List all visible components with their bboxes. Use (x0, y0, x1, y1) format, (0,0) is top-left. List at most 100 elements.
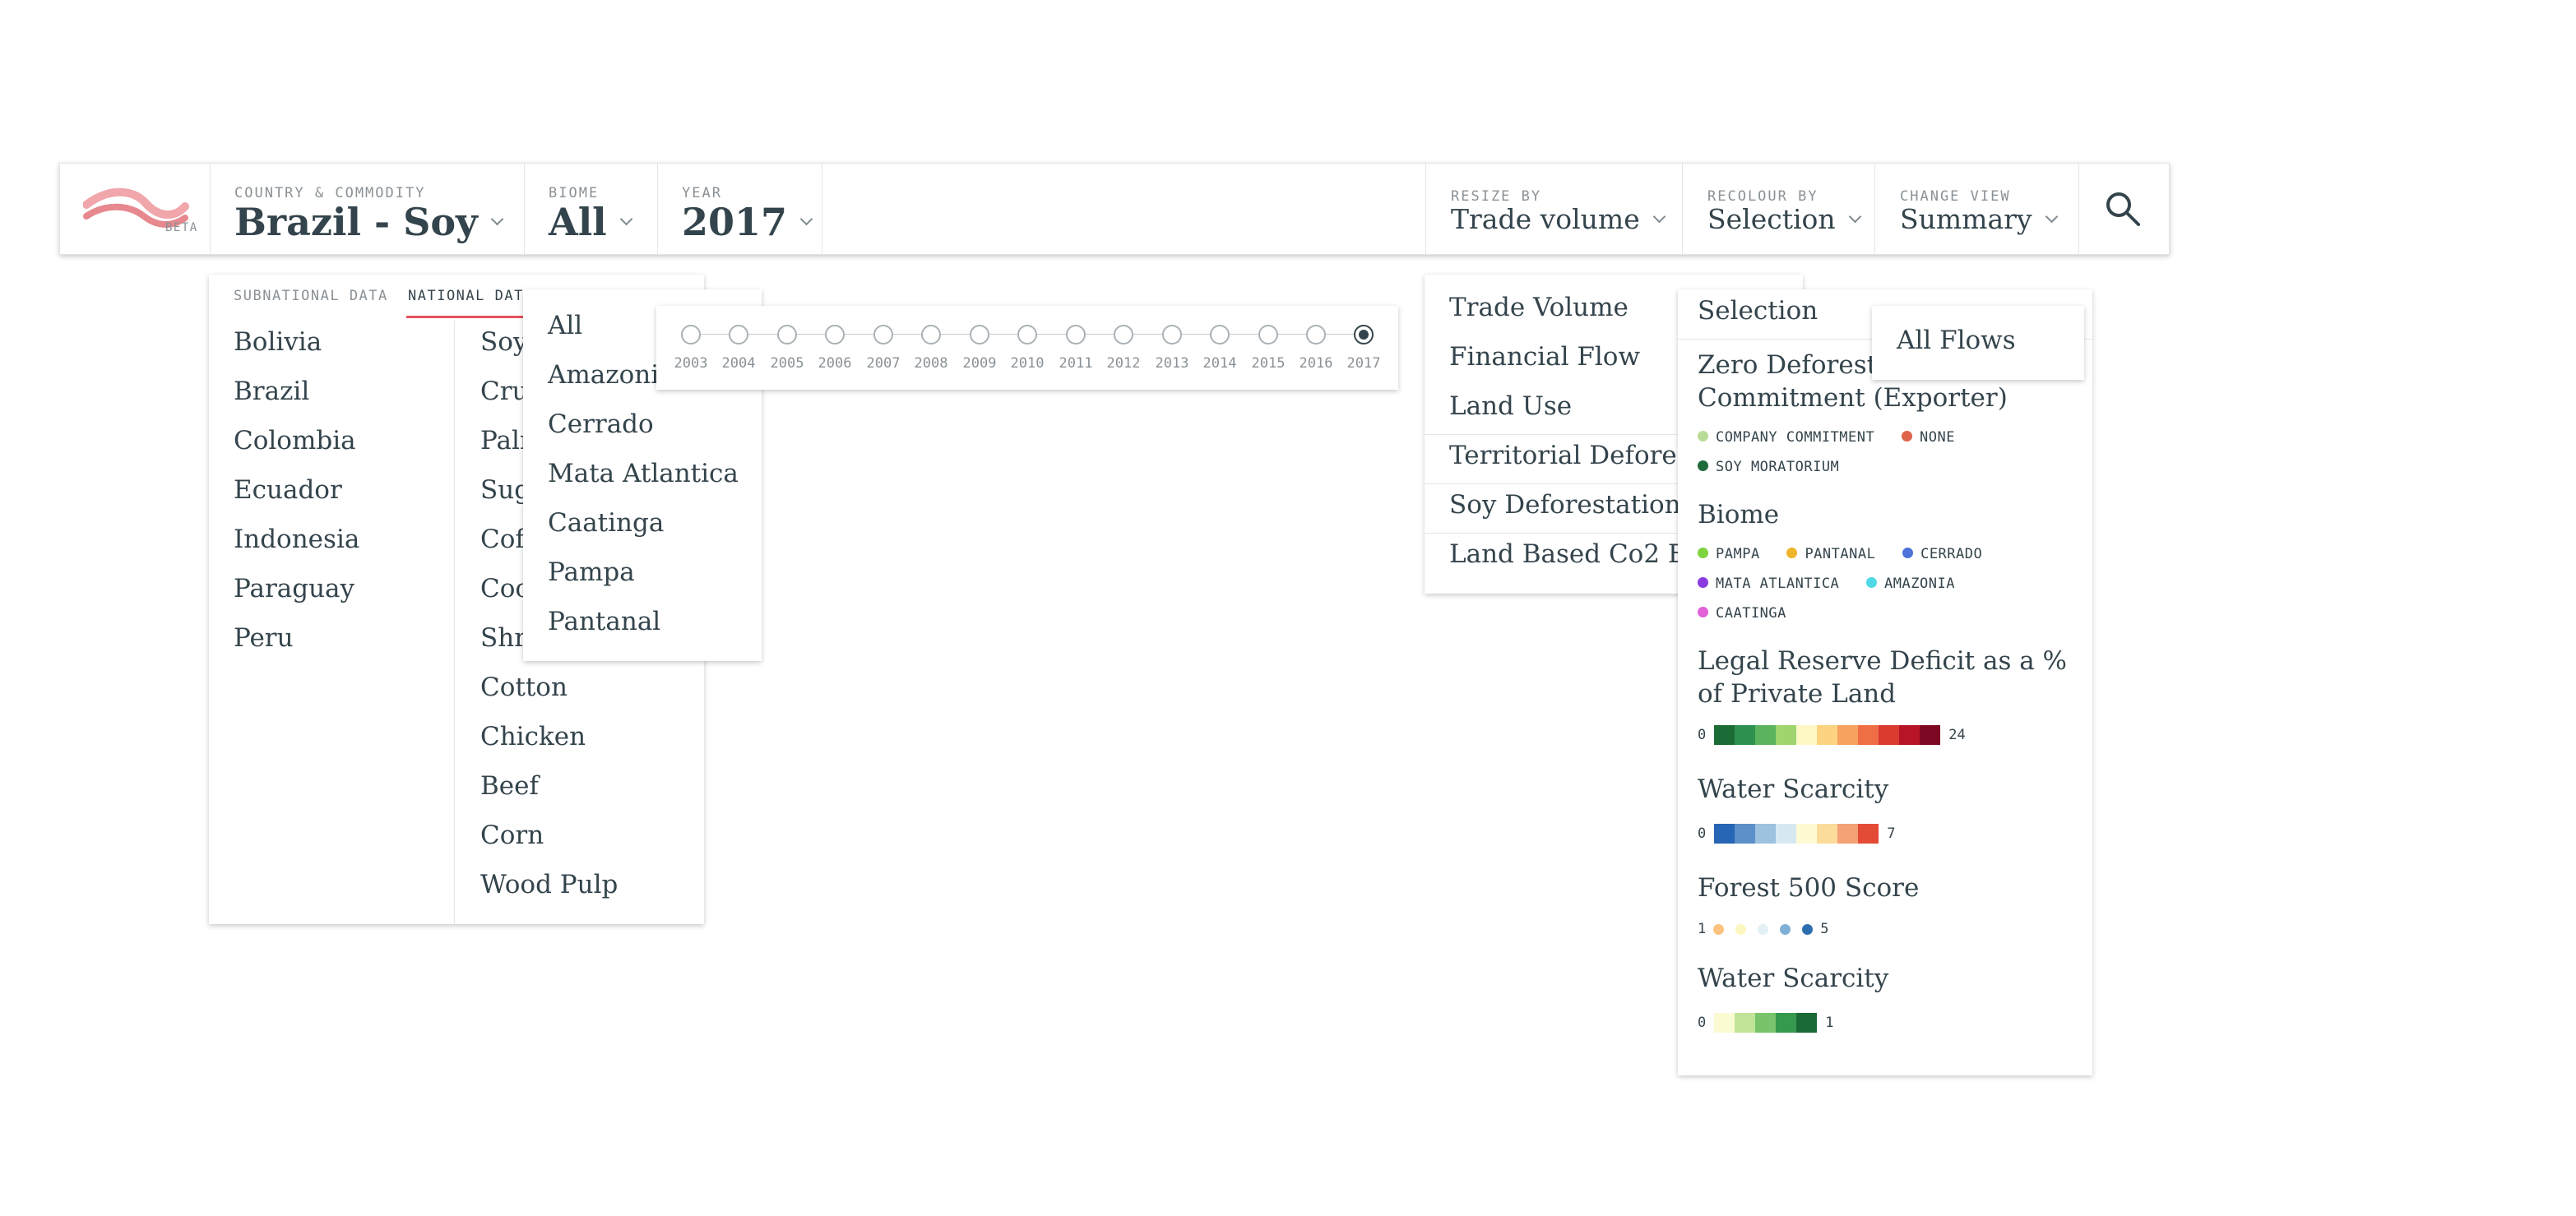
search-button[interactable] (2078, 164, 2170, 254)
year-label-2008[interactable]: 2008 (906, 355, 956, 372)
year-dot-2008[interactable] (921, 325, 941, 344)
year-dot-2005[interactable] (777, 325, 797, 344)
legend-dot (1780, 923, 1791, 935)
ramp-swatch (1796, 1013, 1818, 1033)
commodity-item-chicken[interactable]: Chicken (480, 722, 586, 751)
recolour-item-selection[interactable]: Selection (1698, 294, 1818, 327)
biome-item-all[interactable]: All (548, 311, 582, 340)
recolour-by-selector[interactable]: RECOLOUR BY Selection (1682, 164, 1875, 254)
year-label-2010[interactable]: 2010 (1003, 355, 1052, 372)
year-dot-2012[interactable] (1114, 325, 1133, 344)
commodity-item-beef[interactable]: Beef (480, 771, 539, 801)
biome-item-pampa[interactable]: Pampa (548, 557, 635, 587)
year-label-2011[interactable]: 2011 (1051, 355, 1100, 372)
biome-value: All (549, 200, 607, 244)
biome-legend: PAMPA PANTANAL CERRADO (1698, 546, 2000, 562)
commodity-item-coffee[interactable]: Cof (480, 525, 525, 554)
tab-subnational-data[interactable]: SUBNATIONAL DATA (234, 288, 388, 304)
country-item-bolivia[interactable]: Bolivia (234, 327, 322, 357)
year-dot-2015[interactable] (1258, 325, 1278, 344)
year-dot-2011[interactable] (1066, 325, 1086, 344)
ramp-swatch (1858, 725, 1879, 745)
commodity-item-shrimp[interactable]: Shr (480, 623, 526, 653)
resize-by-value: Trade volume (1451, 203, 1640, 235)
commodity-item-soy[interactable]: Soy (480, 327, 527, 357)
resize-item-trade-volume[interactable]: Trade Volume (1449, 293, 1629, 322)
year-dot-2013[interactable] (1162, 325, 1182, 344)
ramp-max-label: 1 (1825, 1015, 1834, 1031)
biome-item-mata-atlantica[interactable]: Mata Atlantica (548, 459, 739, 488)
country-item-colombia[interactable]: Colombia (234, 426, 356, 455)
year-label-2006[interactable]: 2006 (810, 355, 859, 372)
top-navigation-bar: BETA COUNTRY & COMMODITY Brazil - Soy BI… (59, 163, 2170, 255)
change-view-selector[interactable]: CHANGE VIEW Summary (1874, 164, 2079, 254)
year-label-2015[interactable]: 2015 (1244, 355, 1293, 372)
resize-item-land-use[interactable]: Land Use (1449, 391, 1572, 421)
year-label-2012[interactable]: 2012 (1099, 355, 1148, 372)
year-label-2009[interactable]: 2009 (955, 355, 1004, 372)
legend-label: PANTANAL (1805, 546, 1876, 562)
resize-by-selector[interactable]: RESIZE BY Trade volume (1425, 164, 1683, 254)
year-dot-2009[interactable] (970, 325, 989, 344)
ramp-swatch (1735, 725, 1756, 745)
year-dot-2004[interactable] (729, 325, 748, 344)
legend-dot (1698, 576, 1708, 588)
country-item-peru[interactable]: Peru (234, 623, 294, 653)
ramp-swatch (1817, 824, 1838, 844)
year-label-2004[interactable]: 2004 (714, 355, 763, 372)
year-label-2005[interactable]: 2005 (762, 355, 812, 372)
logo-block[interactable]: BETA (60, 164, 211, 254)
forest-500-legend: 1 5 (1698, 919, 1829, 939)
commodity-item-corn[interactable]: Corn (480, 821, 544, 850)
year-dot-2010[interactable] (1017, 325, 1037, 344)
resize-item-financial-flow[interactable]: Financial Flow (1449, 342, 1640, 372)
water-scarcity-2-title: Water Scarcity (1698, 964, 1889, 993)
country-commodity-label: COUNTRY & COMMODITY (234, 185, 426, 201)
year-label-2003[interactable]: 2003 (666, 355, 716, 372)
country-commodity-selector[interactable]: COUNTRY & COMMODITY Brazil - Soy (210, 164, 525, 254)
country-item-paraguay[interactable]: Paraguay (234, 574, 354, 603)
year-label-2014[interactable]: 2014 (1195, 355, 1244, 372)
year-label-2016[interactable]: 2016 (1291, 355, 1341, 372)
ramp-swatch (1735, 824, 1756, 844)
tab-national-data[interactable]: NATIONAL DATA (408, 288, 534, 304)
country-item-brazil[interactable]: Brazil (234, 377, 309, 406)
year-selector[interactable]: YEAR 2017 (657, 164, 822, 254)
year-dot-2003[interactable] (681, 325, 701, 344)
country-item-indonesia[interactable]: Indonesia (234, 525, 359, 554)
biome-selector[interactable]: BIOME All (524, 164, 658, 254)
year-dot-2016[interactable] (1306, 325, 1326, 344)
commodity-item-wood-pulp[interactable]: Wood Pulp (480, 870, 618, 899)
year-dot-2014[interactable] (1210, 325, 1230, 344)
legend-label: SOY MORATORIUM (1716, 459, 1840, 475)
legend-dot (1698, 547, 1708, 558)
legend-dot (1713, 923, 1725, 935)
legend-label: PAMPA (1716, 546, 1760, 562)
year-label-2017[interactable]: 2017 (1339, 355, 1388, 372)
year-dot-2006[interactable] (825, 325, 845, 344)
active-tab-underline (406, 316, 523, 318)
water-scarcity-color-ramp: 0 7 (1698, 824, 1896, 844)
ramp-swatch (1755, 725, 1777, 745)
ramp-swatch (1837, 824, 1859, 844)
year-dot-2007[interactable] (873, 325, 893, 344)
ramp-min-label: 0 (1698, 1015, 1707, 1031)
view-item-all-flows[interactable]: All Flows (1897, 326, 2016, 355)
ramp-swatch (1899, 725, 1920, 745)
year-label-2013[interactable]: 2013 (1147, 355, 1197, 372)
biome-item-pantanal[interactable]: Pantanal (548, 607, 660, 636)
commodity-item-cotton[interactable]: Cotton (480, 673, 568, 702)
biome-item-cerrado[interactable]: Cerrado (548, 409, 654, 439)
commodity-item-cocoa[interactable]: Coc (480, 574, 530, 603)
biome-item-caatinga[interactable]: Caatinga (548, 508, 664, 538)
year-label-2007[interactable]: 2007 (859, 355, 908, 372)
ramp-max-label: 7 (1887, 825, 1896, 842)
biome-item-amazonia[interactable]: Amazonia (548, 360, 674, 390)
ramp-swatch (1817, 725, 1838, 745)
legal-reserve-title-line2: of Private Land (1698, 679, 1897, 709)
ramp-swatch (1837, 725, 1859, 745)
year-dot-2017-selected[interactable] (1354, 325, 1374, 344)
country-item-ecuador[interactable]: Ecuador (234, 475, 342, 505)
commodity-item-crude[interactable]: Cru (480, 377, 529, 406)
ramp-swatch (1776, 824, 1797, 844)
